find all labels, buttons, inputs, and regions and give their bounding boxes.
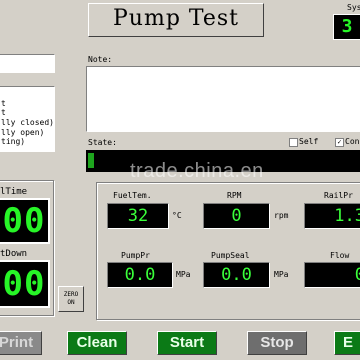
state-indicator (88, 153, 94, 168)
print-button[interactable]: Print (0, 331, 42, 355)
title-panel: Pump Test (88, 3, 264, 37)
clean-button[interactable]: Clean (67, 331, 127, 355)
rpm-readout: 0 (203, 203, 270, 229)
pumpseal-readout: 0.0 (203, 262, 270, 288)
rpm-unit: rpm (274, 211, 289, 220)
note-textarea[interactable] (86, 66, 360, 132)
fueltem-label: FuelTem. (113, 191, 152, 200)
countdown-label: tDown (0, 249, 28, 259)
rpm-label: RPM (227, 191, 242, 200)
stop-button[interactable]: Stop (247, 331, 307, 355)
list-item[interactable]: ting) (1, 137, 25, 147)
exit-button[interactable]: E (334, 331, 360, 355)
pumpseal-unit: MPa (274, 270, 289, 279)
sys-label: Sys (347, 3, 360, 12)
start-button[interactable]: Start (157, 331, 217, 355)
zero-on-button[interactable]: ZERO ON (58, 286, 84, 312)
pumpseal-label: PumpSeal (211, 251, 250, 260)
note-label: Note: (88, 55, 113, 64)
pumppr-unit: MPa (176, 270, 191, 279)
left-text-field[interactable] (0, 54, 55, 73)
zero-on-line2: ON (67, 299, 75, 306)
zero-on-line1: ZERO (63, 291, 79, 298)
state-label: State: (88, 138, 117, 147)
con-label: Con (345, 137, 360, 146)
page-title: Pump Test (112, 6, 240, 31)
list-item[interactable]: t (1, 108, 6, 118)
railpr-label: RailPr (324, 191, 353, 200)
list-item[interactable]: lly closed) (1, 118, 54, 128)
fueltem-readout: 32 (107, 203, 169, 229)
countdown-display: 00 (0, 260, 50, 308)
left-option-list[interactable]: t t lly closed) lly open) ting) (0, 86, 55, 152)
pumppr-readout: 0.0 (107, 262, 173, 288)
sys-display: 3 (333, 14, 360, 40)
flow-readout: 0 (304, 262, 360, 288)
flow-label: Flow (330, 251, 350, 260)
fueltem-unit: °C (172, 211, 182, 220)
pumppr-label: PumpPr (121, 251, 150, 260)
watermark: trade.china.en (130, 160, 264, 182)
self-checkbox[interactable] (289, 138, 298, 147)
time-display: 00 (0, 198, 50, 244)
self-label: Self (299, 137, 319, 146)
con-checkbox[interactable]: ✓ (335, 138, 344, 147)
time-label: lTime (0, 187, 28, 197)
railpr-readout: 1.3 (304, 203, 360, 229)
